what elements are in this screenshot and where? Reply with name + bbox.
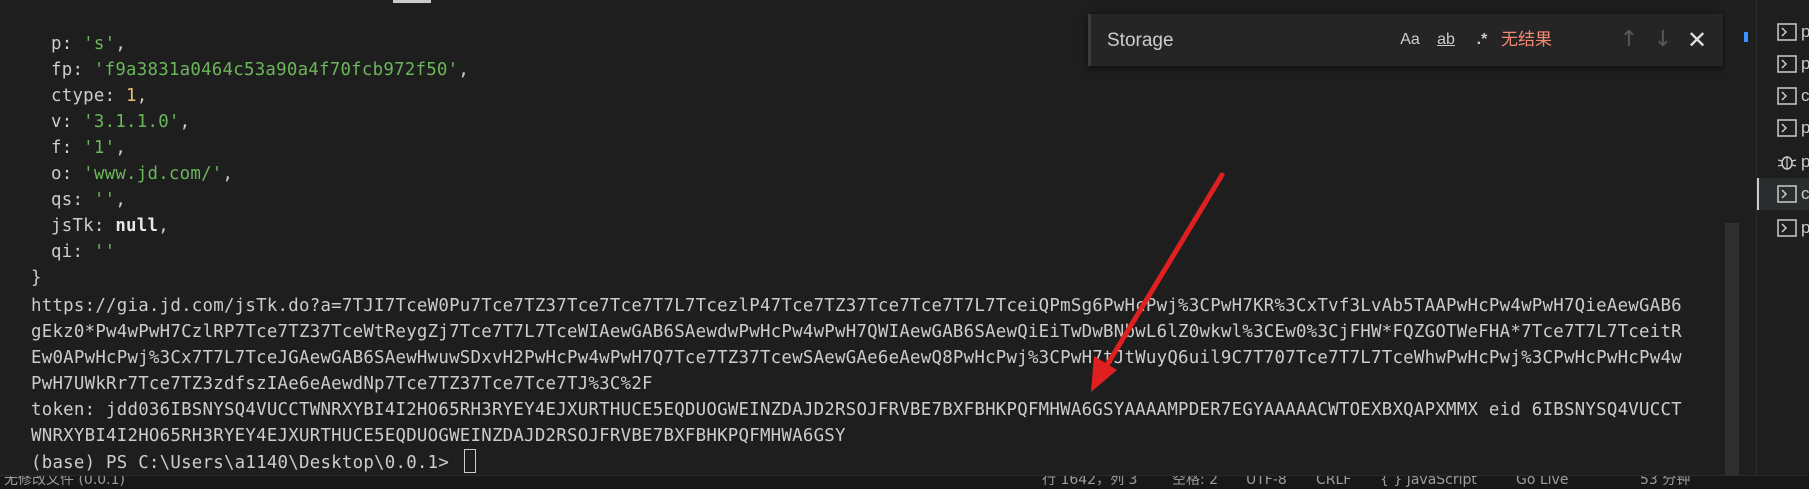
terminal-tab-label: p <box>1801 54 1809 73</box>
close-icon[interactable]: ✕ <box>1683 24 1711 56</box>
terminal-tab-label: p <box>1801 218 1809 237</box>
whole-word-toggle[interactable]: ab <box>1429 26 1463 54</box>
terminal-tab[interactable]: p <box>1757 212 1809 244</box>
terminal-line: } <box>31 268 42 288</box>
match-case-toggle[interactable]: Aa <box>1395 26 1425 54</box>
active-tab-bar <box>1757 178 1759 210</box>
debug-icon <box>1777 156 1797 170</box>
arrow-up-icon[interactable]: ↑ <box>1615 24 1643 56</box>
terminal-line: https://gia.jd.com/jsTk.do?a=7TJI7TceW0P… <box>31 296 1682 316</box>
status-time[interactable]: 53 分钟 <box>1640 476 1690 489</box>
find-widget: Aa ab .* 无结果 ↑ ↓ ✕ <box>1088 14 1723 66</box>
terminal-output[interactable]: p: 's', fp: 'f9a3831a0464c53a90a4f70fcb9… <box>0 0 1730 475</box>
status-line-col[interactable]: 行 1642，列 3 <box>1042 476 1137 489</box>
terminal-scrollbar-thumb[interactable] <box>1725 223 1739 475</box>
terminal-line: ctype: 1, <box>51 86 148 106</box>
terminal-line: PwH7UWkRr7Tce7TZ3zdfszIAe6eAewdNp7Tce7TZ… <box>31 374 653 394</box>
terminal-line: fp: 'f9a3831a0464c53a90a4f70fcb972f50', <box>51 60 470 80</box>
terminal-line: token: jdd036IBSNYSQ4VUCCTWNRXYBI4I2HO65… <box>31 400 1682 420</box>
status-golive[interactable]: Go Live <box>1516 476 1568 489</box>
status-encoding[interactable]: UTF-8 <box>1246 476 1287 489</box>
terminal-icon <box>1777 55 1797 73</box>
terminal-line: p: 's', <box>51 34 127 54</box>
terminal-cursor <box>463 449 476 473</box>
terminal-line: Ew0APwHcPwj%3Cx7T7L7TceJGAewGAB6SAewHwuw… <box>31 348 1682 368</box>
terminal-icon <box>1777 219 1797 237</box>
terminal-tab-active[interactable]: c <box>1757 178 1809 210</box>
terminal-line: jsTk: null, <box>51 216 169 236</box>
vscode-terminal-panel: p: 's', fp: 'f9a3831a0464c53a90a4f70fcb9… <box>0 0 1809 489</box>
terminal-tab[interactable]: p <box>1757 16 1809 48</box>
find-input[interactable] <box>1105 25 1379 57</box>
regex-toggle[interactable]: .* <box>1467 26 1497 54</box>
status-eol[interactable]: CRLF <box>1316 476 1351 489</box>
terminal-line: gEkz0*Pw4wPwH7CzlRP7Tce7TZ37TceWtReygZj7… <box>31 322 1682 342</box>
terminal-icon <box>1777 185 1797 203</box>
terminal-line: qs: '', <box>51 190 127 210</box>
status-indent[interactable]: 空格: 2 <box>1172 476 1218 489</box>
debug-tab-label: p <box>1801 152 1809 171</box>
arrow-down-icon[interactable]: ↓ <box>1649 24 1677 56</box>
terminal-line: o: 'www.jd.com/', <box>51 164 234 184</box>
status-unmodified-files[interactable]: 无修改文件 (0.0.1) <box>4 476 125 489</box>
terminal-tab[interactable]: p <box>1757 48 1809 80</box>
status-language[interactable]: { } JavaScript <box>1380 476 1477 489</box>
terminal-icon <box>1777 119 1797 137</box>
terminal-prompt[interactable]: (base) PS C:\Users\a1140\Desktop\0.0.1> <box>31 449 476 475</box>
status-bar: 无修改文件 (0.0.1) 行 1642，列 3 空格: 2 UTF-8 CRL… <box>0 475 1809 489</box>
debug-tab[interactable]: p <box>1757 146 1809 178</box>
scroll-marker <box>1744 32 1748 42</box>
terminal-line: v: '3.1.1.0', <box>51 112 191 132</box>
terminal-tab-label: p <box>1801 22 1809 41</box>
terminal-tab-list: p p c p p c p <box>1756 0 1809 475</box>
terminal-tab-label: p <box>1801 118 1809 137</box>
terminal-line: WNRXYBI4I2HO65RH3RYEY4EJXURTHUCE5EQDUOGW… <box>31 426 846 446</box>
terminal-icon <box>1777 87 1797 105</box>
terminal-tab[interactable]: p <box>1757 112 1809 144</box>
find-status: 无结果 <box>1501 30 1552 50</box>
terminal-icon <box>1777 23 1797 41</box>
terminal-line: qi: '' <box>51 242 116 262</box>
terminal-tab[interactable]: c <box>1757 80 1809 112</box>
terminal-tab-label: c <box>1801 184 1809 203</box>
terminal-tab-label: c <box>1801 86 1809 105</box>
terminal-line: f: '1', <box>51 138 127 158</box>
